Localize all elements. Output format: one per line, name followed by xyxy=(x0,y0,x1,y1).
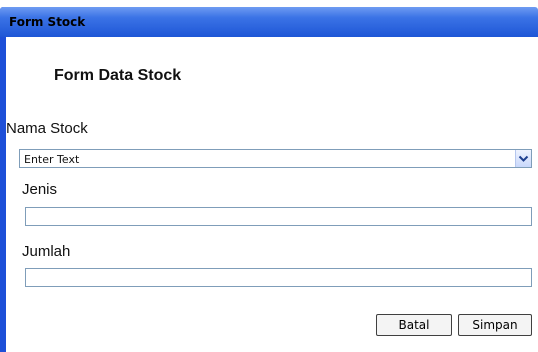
window-titlebar[interactable]: Form Stock xyxy=(0,7,538,37)
form-heading: Form Data Stock xyxy=(54,67,182,84)
nama-stock-label: Nama Stock xyxy=(6,120,88,137)
jenis-label: Jenis xyxy=(22,181,58,198)
form-stock-window: Form Stock Form Data Stock Nama Stock En… xyxy=(0,7,538,352)
jumlah-input[interactable] xyxy=(25,268,532,287)
jenis-input[interactable] xyxy=(25,207,532,226)
window-title: Form Stock xyxy=(9,15,86,29)
jumlah-label: Jumlah xyxy=(22,243,71,260)
simpan-button[interactable]: Simpan xyxy=(458,314,532,336)
nama-stock-value: Enter Text xyxy=(24,153,80,166)
batal-button[interactable]: Batal xyxy=(376,314,452,336)
chevron-down-icon xyxy=(518,155,529,162)
dropdown-button[interactable] xyxy=(515,150,531,167)
nama-stock-dropdown[interactable]: Enter Text xyxy=(19,149,532,168)
